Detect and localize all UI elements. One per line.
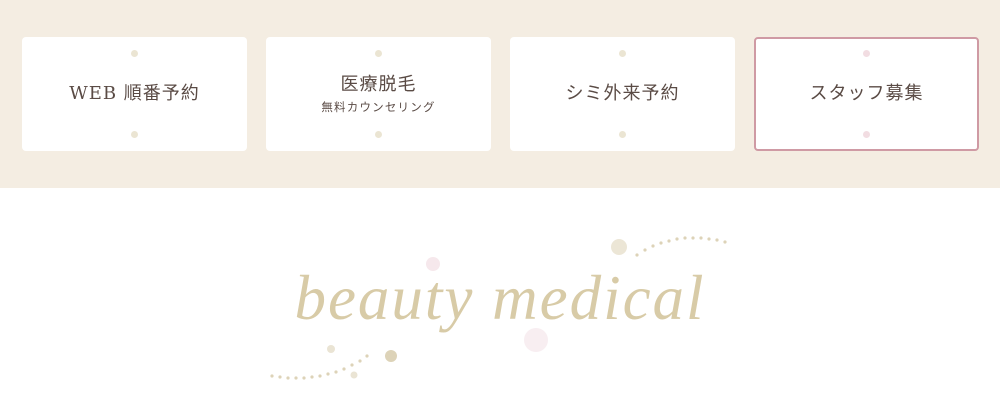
- spot-clinic-reservation-button[interactable]: シミ外来予約: [510, 37, 735, 151]
- free-counseling-label: 無料カウンセリング: [321, 99, 436, 114]
- bubble-decoration: [385, 350, 397, 362]
- bubble-decoration: [611, 239, 627, 255]
- decorative-dot: [375, 131, 382, 138]
- web-reservation-button[interactable]: WEB 順番予約: [22, 37, 247, 151]
- decorative-dot: [619, 131, 626, 138]
- web-reservation-label: WEB 順番予約: [69, 83, 200, 104]
- dotted-arc-decoration: [635, 236, 727, 257]
- brand-logo: beauty medical: [294, 263, 706, 333]
- dotted-arc-decoration: [270, 354, 369, 380]
- spot-clinic-label: シミ外来予約: [565, 83, 680, 104]
- decorative-dot: [131, 131, 138, 138]
- staff-recruitment-label: スタッフ募集: [809, 83, 924, 104]
- hair-removal-counseling-button[interactable]: 医療脱毛 無料カウンセリング: [266, 37, 491, 151]
- hair-removal-label: 医療脱毛: [340, 73, 417, 95]
- bubble-decoration: [327, 345, 335, 353]
- staff-recruitment-button[interactable]: スタッフ募集: [754, 37, 979, 151]
- decorative-dot: [863, 131, 870, 138]
- bubble-decoration: [350, 371, 358, 379]
